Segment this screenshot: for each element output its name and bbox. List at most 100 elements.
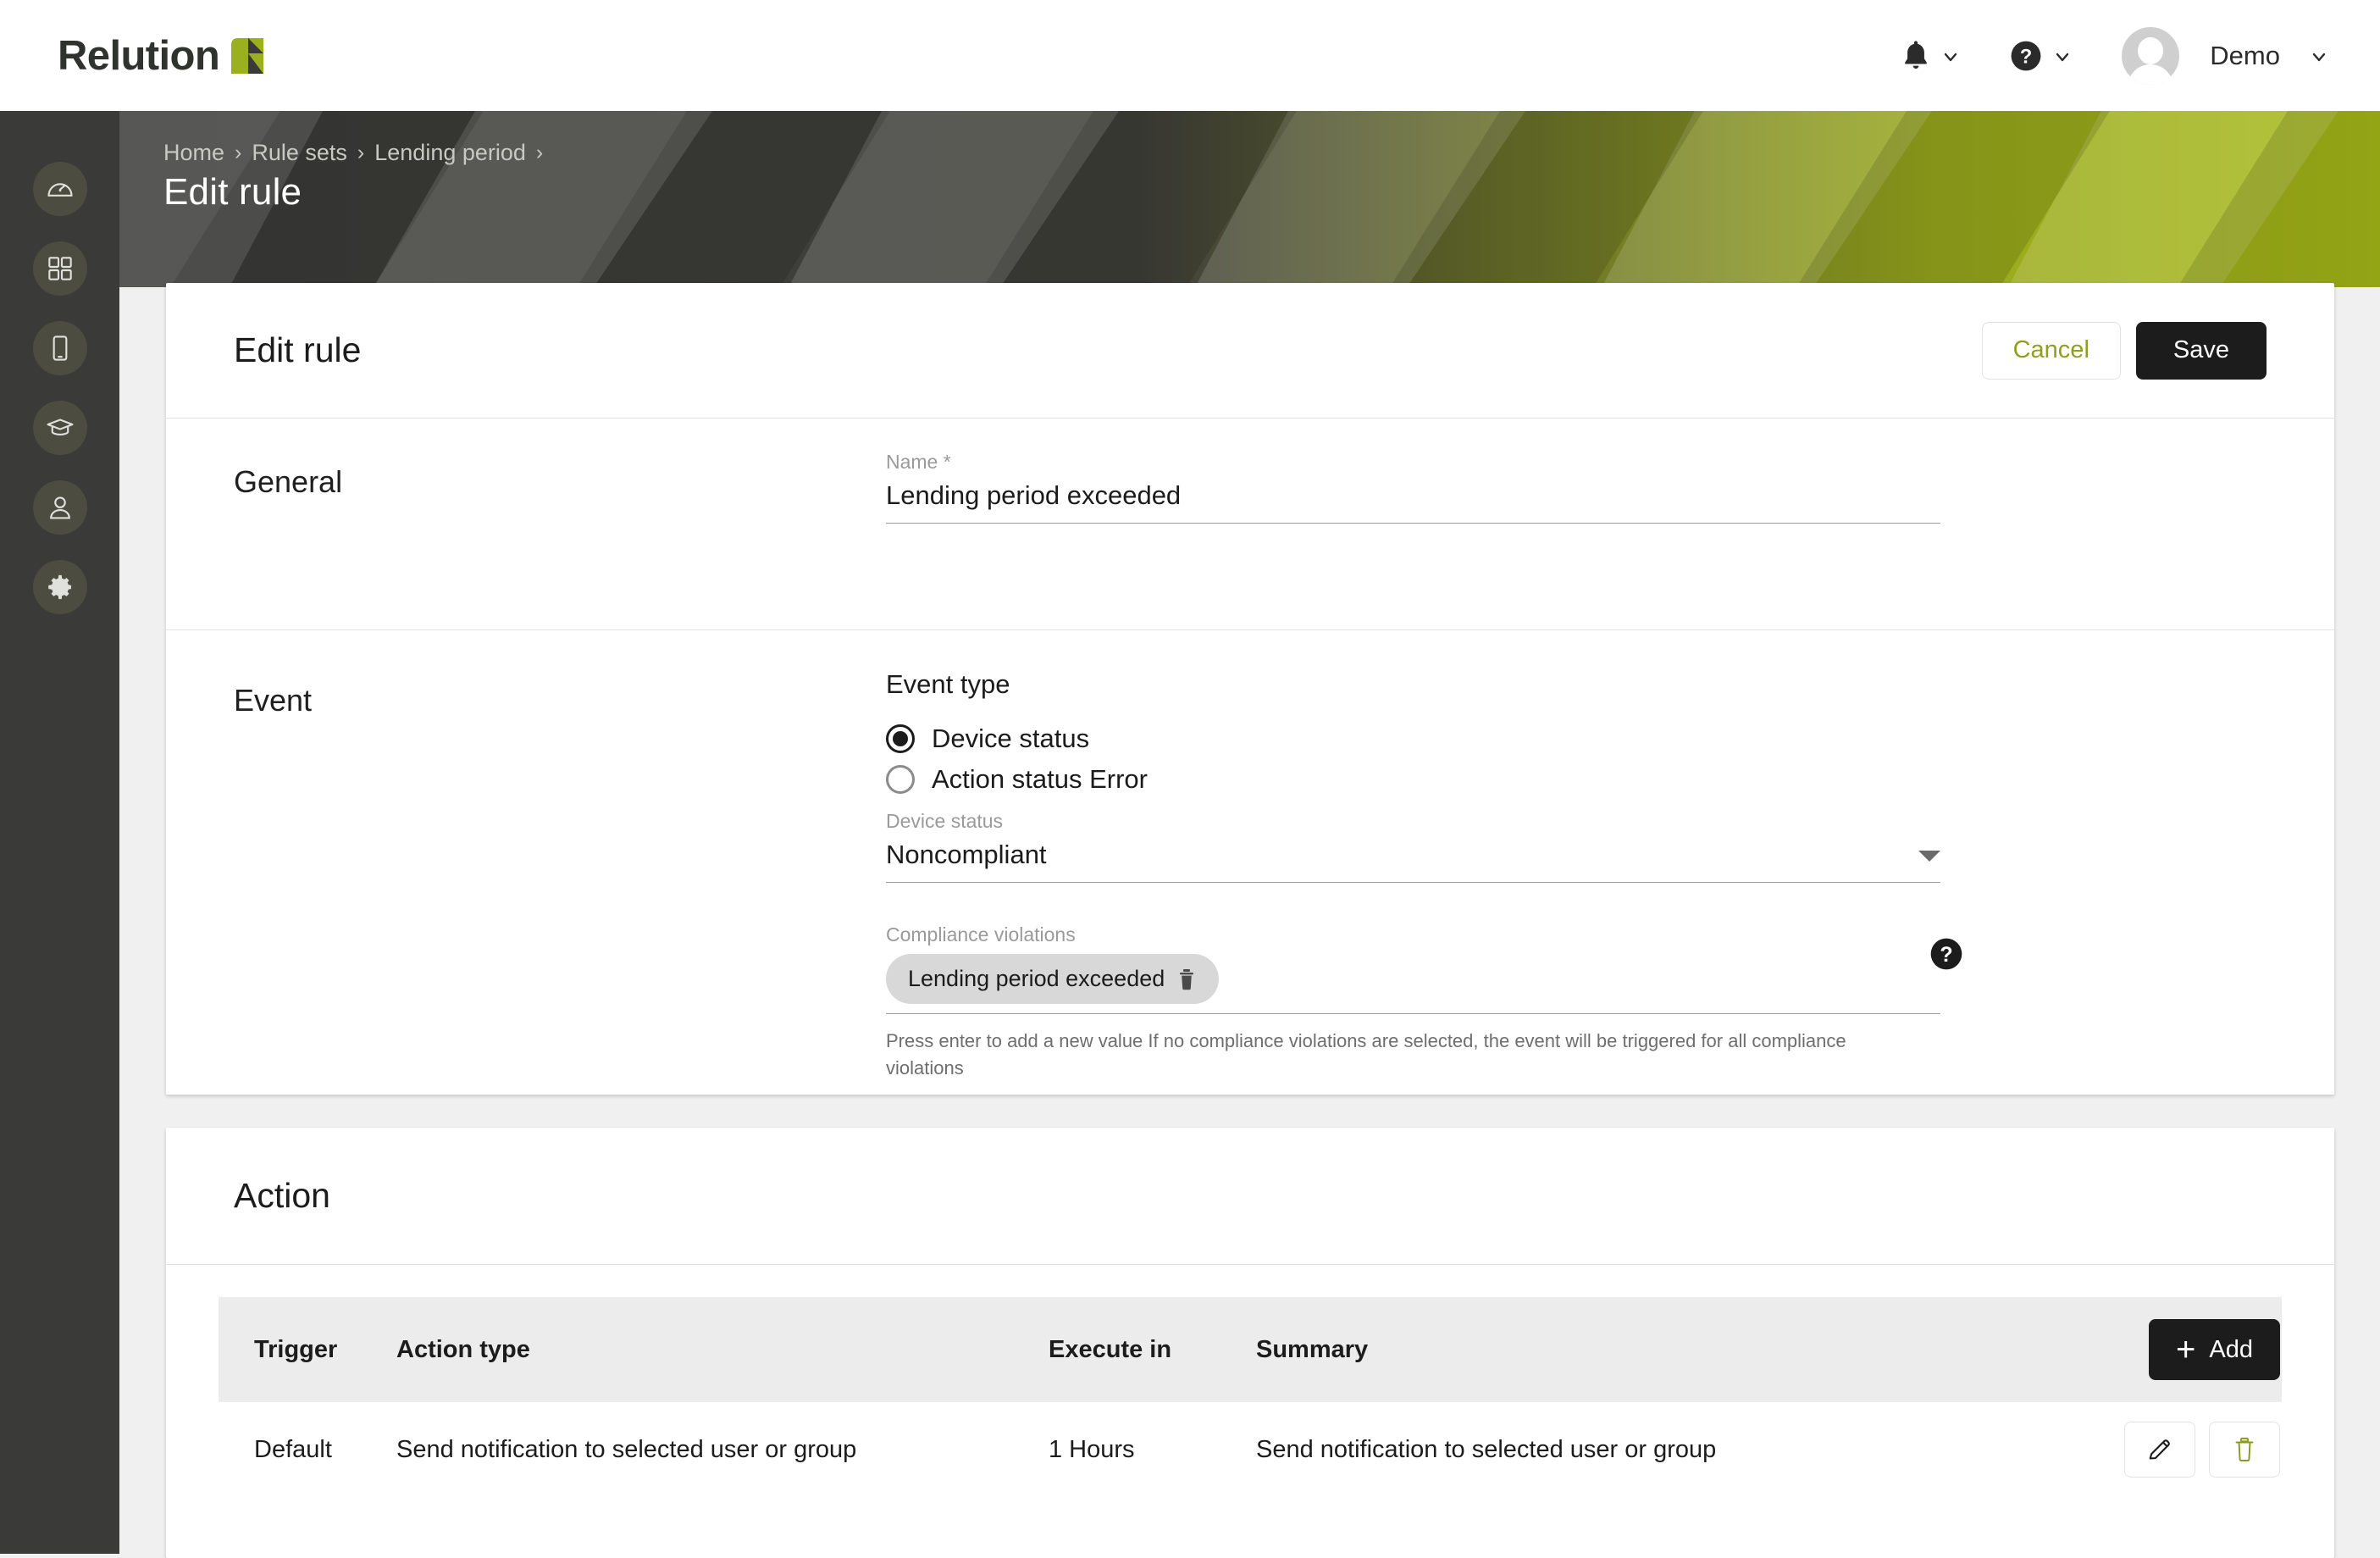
save-button[interactable]: Save bbox=[2135, 321, 2267, 380]
action-card-title: Action bbox=[234, 1176, 330, 1215]
user-icon bbox=[47, 494, 74, 521]
device-status-select[interactable]: Noncompliant bbox=[886, 840, 1940, 883]
action-card-header: Action bbox=[166, 1128, 2334, 1265]
radio-unselected-icon bbox=[886, 765, 915, 794]
action-table-wrapper: Trigger Action type Execute in Summary +… bbox=[166, 1265, 2334, 1497]
compliance-violations-label: Compliance violations bbox=[886, 923, 1076, 945]
user-name: Demo bbox=[2210, 40, 2280, 70]
compliance-violations-input[interactable]: Lending period exceeded bbox=[886, 953, 1940, 1014]
column-header-actions: + Add bbox=[1943, 1297, 2282, 1402]
svg-text:?: ? bbox=[2020, 45, 2033, 68]
action-card: Action Trigger Action type Execute in Su… bbox=[166, 1128, 2334, 1558]
radio-selected-icon bbox=[886, 724, 915, 753]
chevron-down-icon bbox=[1940, 47, 1959, 65]
compliance-chip[interactable]: Lending period exceeded bbox=[886, 954, 1220, 1004]
table-header-row: Trigger Action type Execute in Summary +… bbox=[219, 1297, 2282, 1402]
compliance-help-icon[interactable]: ? bbox=[1929, 937, 1963, 971]
action-table-body: Default Send notification to selected us… bbox=[219, 1402, 2282, 1497]
radio-action-status-error-label: Action status Error bbox=[932, 764, 1148, 794]
cell-action-type: Send notification to selected user or gr… bbox=[396, 1435, 857, 1463]
device-status-label: Device status bbox=[886, 810, 1004, 832]
add-button[interactable]: + Add bbox=[2149, 1319, 2280, 1380]
sidebar-item-settings[interactable] bbox=[32, 560, 87, 614]
edit-row-button[interactable] bbox=[2124, 1422, 2195, 1478]
sidebar bbox=[0, 111, 119, 1554]
svg-text:?: ? bbox=[1940, 943, 1952, 967]
action-table-head: Trigger Action type Execute in Summary +… bbox=[219, 1297, 2282, 1402]
mobile-device-icon bbox=[47, 335, 74, 362]
breadcrumb-item-home[interactable]: Home bbox=[163, 140, 224, 166]
event-section-body: Event type Device status Action status E… bbox=[886, 669, 1962, 1082]
sidebar-item-users[interactable] bbox=[32, 480, 87, 535]
help-menu[interactable]: ? bbox=[1984, 40, 2096, 72]
column-header-execute-in: Execute in bbox=[1049, 1335, 1172, 1363]
delete-row-button[interactable] bbox=[2209, 1422, 2280, 1478]
bell-icon bbox=[1901, 40, 1930, 72]
breadcrumb-separator: › bbox=[357, 141, 365, 164]
radio-action-status-error[interactable]: Action status Error bbox=[886, 764, 1945, 795]
trash-icon bbox=[2233, 1437, 2256, 1462]
cell-row-actions bbox=[1943, 1402, 2282, 1497]
gear-icon bbox=[46, 573, 75, 602]
banner-content: Home › Rule sets › Lending period › Edit… bbox=[163, 140, 543, 213]
avatar-icon bbox=[2122, 26, 2180, 85]
graduation-cap-icon bbox=[46, 413, 75, 442]
general-section-body: Name * Lending period exceeded bbox=[886, 451, 1945, 597]
event-section: Event Event type Device status Action st… bbox=[166, 630, 2334, 1133]
sidebar-item-dashboard[interactable] bbox=[32, 162, 87, 216]
relution-logo-icon bbox=[231, 37, 264, 74]
sidebar-item-devices[interactable] bbox=[32, 321, 87, 375]
radio-device-status[interactable]: Device status bbox=[886, 724, 1945, 754]
general-section-label: General bbox=[234, 464, 343, 499]
column-header-trigger: Trigger bbox=[254, 1335, 338, 1363]
cell-execute-in: 1 Hours bbox=[1049, 1435, 1135, 1463]
name-field-label: Name * bbox=[886, 451, 951, 473]
user-menu[interactable]: Demo bbox=[2096, 26, 2327, 85]
name-field[interactable]: Name * Lending period exceeded bbox=[886, 451, 1945, 524]
notifications-menu[interactable] bbox=[1876, 40, 1984, 72]
card-header-actions: Cancel Save bbox=[1981, 321, 2267, 380]
cell-trigger: Default bbox=[254, 1435, 332, 1463]
dashboard-gauge-icon bbox=[46, 175, 75, 203]
cell-summary: Send notification to selected user or gr… bbox=[1256, 1435, 1717, 1463]
plus-icon: + bbox=[2176, 1331, 2196, 1368]
compliance-chip-label: Lending period exceeded bbox=[908, 966, 1165, 991]
name-input[interactable]: Lending period exceeded bbox=[886, 480, 1940, 524]
brand-logo[interactable]: Relution bbox=[58, 32, 264, 80]
row-action-buttons bbox=[1943, 1422, 2282, 1478]
top-bar-right: ? Demo bbox=[1876, 26, 2327, 85]
breadcrumb-separator: › bbox=[235, 141, 242, 164]
pencil-icon bbox=[2147, 1437, 2172, 1462]
apps-grid-icon bbox=[47, 255, 74, 282]
page-title: Edit rule bbox=[163, 171, 302, 213]
event-type-label: Event type bbox=[886, 669, 1010, 699]
card-title: Edit rule bbox=[234, 330, 362, 369]
breadcrumb-item-lending-period[interactable]: Lending period bbox=[374, 140, 526, 166]
table-row[interactable]: Default Send notification to selected us… bbox=[219, 1402, 2282, 1497]
device-status-field[interactable]: Device status Noncompliant bbox=[886, 810, 1945, 883]
add-button-label: Add bbox=[2209, 1335, 2253, 1363]
compliance-violations-hint: Press enter to add a new value If no com… bbox=[886, 1030, 1846, 1078]
general-section: General Name * Lending period exceeded bbox=[166, 419, 2334, 630]
sidebar-item-apps[interactable] bbox=[32, 241, 87, 296]
chevron-down-icon bbox=[2052, 47, 2071, 65]
device-status-value: Noncompliant bbox=[886, 840, 1047, 869]
page-banner: Home › Rule sets › Lending period › Edit… bbox=[119, 111, 2380, 287]
event-section-label: Event bbox=[234, 683, 313, 718]
compliance-violations-field: Compliance violations Lending period exc… bbox=[886, 923, 1962, 1082]
edit-rule-card-header: Edit rule Cancel Save bbox=[166, 283, 2334, 419]
column-header-action-type: Action type bbox=[396, 1335, 530, 1363]
chevron-down-icon bbox=[2309, 47, 2327, 65]
action-table: Trigger Action type Execute in Summary +… bbox=[219, 1297, 2282, 1497]
sidebar-item-education[interactable] bbox=[32, 401, 87, 455]
trash-icon[interactable] bbox=[1176, 968, 1197, 990]
main-content: Edit rule Cancel Save General Name * Len… bbox=[119, 283, 2380, 1558]
help-circle-icon: ? bbox=[2010, 40, 2042, 72]
cancel-button[interactable]: Cancel bbox=[1981, 321, 2121, 380]
brand-name: Relution bbox=[58, 32, 220, 79]
caret-down-icon bbox=[1918, 851, 1940, 862]
breadcrumb-item-rule-sets[interactable]: Rule sets bbox=[252, 140, 347, 166]
edit-rule-card: Edit rule Cancel Save General Name * Len… bbox=[166, 283, 2334, 1095]
column-header-summary: Summary bbox=[1256, 1335, 1369, 1363]
breadcrumb-separator: › bbox=[535, 141, 544, 164]
